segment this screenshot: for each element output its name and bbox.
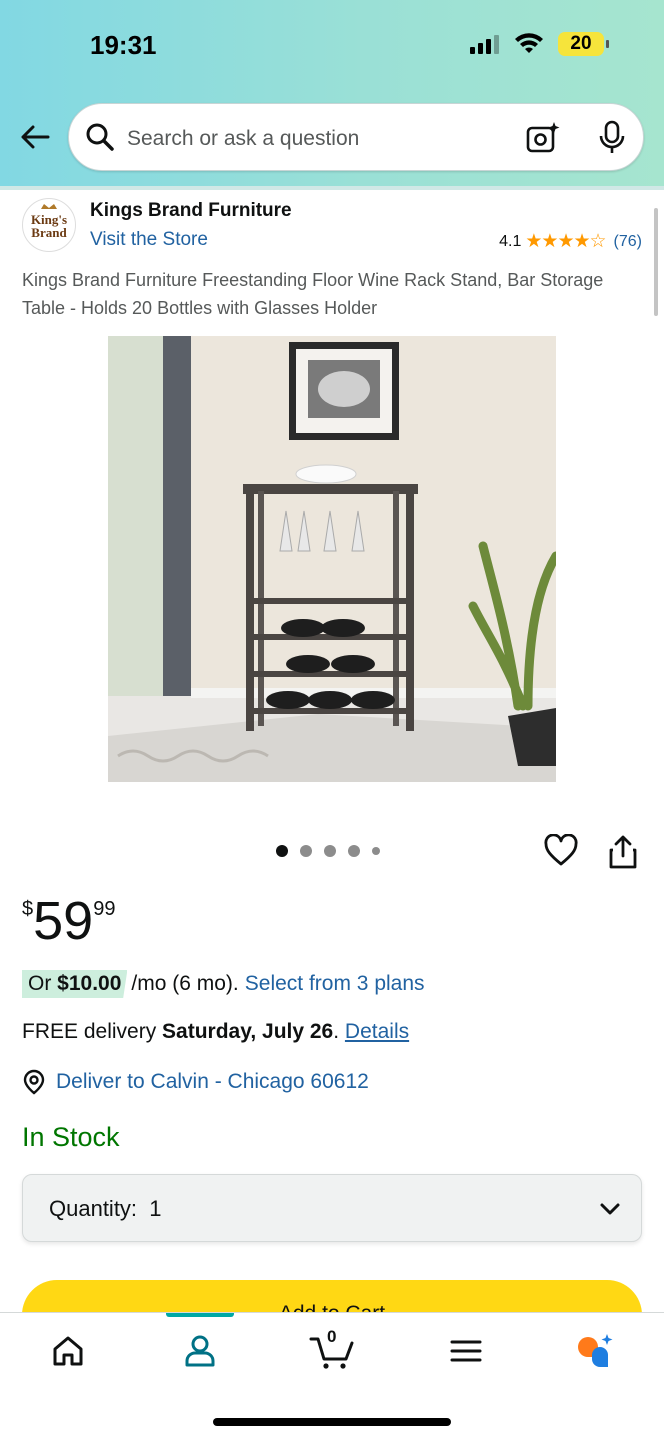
select-plans-link[interactable]: Select from 3 plans	[245, 972, 425, 996]
location-pin-icon	[23, 1069, 45, 1095]
rating-value: 4.1	[499, 232, 522, 250]
search-icon	[86, 123, 114, 151]
delivery-date: Saturday, July 26	[162, 1020, 334, 1043]
brand-logo-image: King's Brand	[31, 204, 67, 240]
delivery-details-link[interactable]: Details	[345, 1020, 409, 1043]
deliver-to-text: Deliver to Calvin - Chicago 60612	[56, 1070, 369, 1093]
product-image[interactable]	[108, 336, 556, 782]
home-icon[interactable]	[48, 1331, 88, 1371]
image-carousel-dots[interactable]	[276, 845, 380, 857]
rating-summary[interactable]: 4.1 ★★★★☆ (76)	[499, 230, 642, 253]
search-input[interactable]: Search or ask a question	[68, 103, 644, 171]
stock-status: In Stock	[22, 1122, 120, 1152]
header-divider	[0, 186, 664, 190]
price-fraction: 99	[93, 898, 116, 920]
rating-count[interactable]: (76)	[614, 233, 642, 251]
carousel-dot[interactable]	[324, 845, 336, 857]
quantity-label: Quantity: 1	[49, 1196, 162, 1221]
quantity-select[interactable]: Quantity: 1	[22, 1174, 642, 1242]
wifi-icon	[515, 33, 543, 53]
heart-icon[interactable]	[544, 834, 578, 868]
svg-text:Brand: Brand	[31, 225, 67, 240]
status-icons: 20	[470, 32, 609, 56]
status-time: 19:31	[90, 30, 157, 60]
top-header: 19:31 20 Search or ask a question	[0, 0, 664, 186]
rufus-assistant-icon[interactable]	[574, 1331, 614, 1371]
menu-icon[interactable]	[446, 1331, 486, 1371]
installment-offer: Or $10.00 /mo (6 mo). Select from 3 plan…	[22, 970, 425, 998]
carousel-dot[interactable]	[372, 847, 380, 855]
delivery-info: FREE delivery Saturday, July 26. Details	[22, 1020, 410, 1043]
back-arrow-icon[interactable]	[18, 120, 52, 154]
microphone-icon[interactable]	[597, 120, 627, 156]
cart-count: 0	[327, 1327, 337, 1346]
brand-name: Kings Brand Furniture	[90, 200, 292, 221]
price-currency: $	[22, 898, 34, 920]
star-rating-icon: ★★★★☆	[525, 231, 606, 252]
search-placeholder: Search or ask a question	[127, 127, 360, 150]
installment-suffix: /mo (6 mo).	[131, 972, 239, 995]
chevron-down-icon	[600, 1203, 620, 1215]
product-title: Kings Brand Furniture Freestanding Floor…	[22, 270, 604, 318]
carousel-dot[interactable]	[300, 845, 312, 857]
visit-store-link[interactable]: Visit the Store	[90, 229, 208, 251]
cart-button[interactable]: 0	[308, 1327, 356, 1371]
battery-indicator: 20	[558, 32, 609, 56]
carousel-dot[interactable]	[348, 845, 360, 857]
carousel-dot[interactable]	[276, 845, 288, 857]
share-icon[interactable]	[606, 834, 640, 870]
nav-active-indicator	[166, 1313, 234, 1317]
camera-search-icon[interactable]	[525, 121, 561, 155]
brand-logo[interactable]: King's Brand	[22, 198, 76, 252]
price-whole: 59	[33, 891, 94, 951]
home-indicator	[213, 1418, 451, 1426]
price: $ 59 99	[22, 890, 115, 952]
scrollbar	[654, 208, 658, 316]
installment-badge: Or $10.00	[22, 970, 128, 998]
account-icon[interactable]	[180, 1331, 220, 1371]
deliver-to-location[interactable]: Deliver to Calvin - Chicago 60612	[22, 1069, 369, 1095]
cellular-signal-icon	[470, 35, 499, 54]
